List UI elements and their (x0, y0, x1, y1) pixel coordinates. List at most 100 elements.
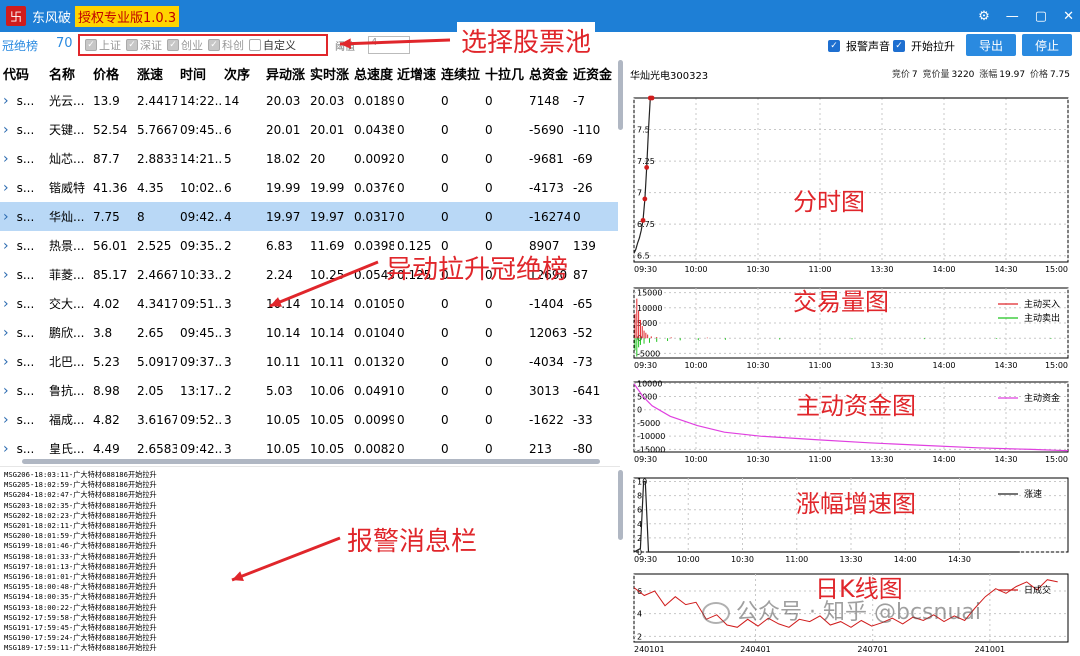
table-cell: 天键... (49, 123, 85, 137)
check-icon[interactable]: ✓ (208, 39, 220, 51)
table-row[interactable]: › s... 福成... 4.82 3.616709:52...3 10.05 10.05 0… (0, 405, 618, 434)
row-expand-icon[interactable]: › (3, 151, 9, 167)
pool-option[interactable]: ✓ 科创 (208, 37, 244, 53)
pool-option[interactable]: 自定义 (249, 37, 296, 53)
message-line: MSG189-17:59:11-广大特材688186开始拉升 (4, 643, 157, 653)
table-cell: -4173 (529, 180, 564, 195)
check-icon[interactable]: ✓ (167, 39, 179, 51)
start-rise-toggle[interactable]: ✓ 开始拉升 (893, 38, 955, 54)
x-tick-label: 10:00 (684, 455, 707, 464)
alarm-sound-toggle[interactable]: ✓ 报警声音 (828, 38, 890, 54)
row-expand-icon[interactable]: › (3, 412, 9, 428)
table-row[interactable]: › s... 皇氏... 4.49 2.658309:42...3 10.05 10.05 0… (0, 434, 618, 462)
table-cell: 7.75 (90, 202, 134, 231)
table-row[interactable]: › s... 天键... 52.54 5.766709:45...6 20.01 20.01… (0, 115, 618, 144)
row-expand-icon[interactable]: › (3, 441, 9, 457)
pool-option[interactable]: ✓ 创业 (167, 37, 203, 53)
table-row[interactable]: › s... 锴威特 41.36 4.35 10:02...6 19.99 19.99 0.03… (0, 173, 618, 202)
check-icon[interactable]: ✓ (126, 39, 138, 51)
table-horizontal-scrollbar[interactable] (22, 459, 600, 464)
stop-button[interactable]: 停止 (1022, 34, 1072, 56)
table-cell: 鹏欣... (49, 326, 85, 340)
table-cell-code: › s... (0, 260, 46, 289)
table-vertical-scrollbar[interactable] (618, 60, 623, 130)
pool-option-label: 深证 (140, 39, 162, 52)
column-header[interactable]: 总速度 (351, 60, 394, 86)
table-cell-text: s... (16, 354, 35, 369)
row-expand-icon[interactable]: › (3, 383, 9, 399)
table-cell: 2 (224, 238, 232, 253)
table-cell: 6 (224, 122, 232, 137)
row-expand-icon[interactable]: › (3, 180, 9, 196)
table-row[interactable]: › s... 鲁抗... 8.98 2.05 13:17...2 5.03 10.06 0.04… (0, 376, 618, 405)
table-cell: 5.23 (93, 354, 120, 369)
table-cell: -16274 (526, 202, 570, 231)
column-header[interactable]: 时间 (177, 60, 221, 86)
row-expand-icon[interactable]: › (3, 354, 9, 370)
table-cell: 华灿... (46, 202, 90, 231)
column-header[interactable]: 近增速 (394, 60, 438, 86)
y-tick-label: 6 (637, 506, 642, 515)
table-cell: 0 (485, 383, 493, 398)
check-icon[interactable]: ✓ (828, 40, 840, 52)
message-line: MSG199-18:01:46-广大特材688186开始拉升 (4, 541, 157, 551)
table-cell: 09:37... (180, 354, 221, 369)
column-header[interactable]: 十拉几 (482, 60, 526, 86)
y-tick-label: 0 (637, 406, 642, 415)
y-tick-label: 10000 (637, 304, 662, 313)
table-cell: 0 (485, 412, 493, 427)
legend-label: 涨速 (1024, 489, 1042, 500)
table-cell: 6.83 (266, 238, 293, 253)
table-row[interactable]: › s... 灿芯... 87.7 2.883314:21...5 18.02 20 0.00… (0, 144, 618, 173)
row-expand-icon[interactable]: › (3, 209, 9, 225)
check-icon[interactable]: ✓ (893, 40, 905, 52)
column-header[interactable]: 涨速 (134, 60, 177, 86)
table-cell-code: › s... (0, 289, 46, 318)
settings-icon[interactable]: ⚙ (978, 9, 990, 24)
column-header[interactable]: 异动涨 (263, 60, 307, 86)
column-header[interactable]: 实时涨 (307, 60, 351, 86)
table-cell: 2 (224, 267, 232, 282)
check-icon[interactable]: ✓ (85, 39, 97, 51)
column-header[interactable]: 价格 (90, 60, 134, 86)
minimize-icon[interactable]: — (1006, 9, 1019, 24)
row-expand-icon[interactable]: › (3, 93, 9, 109)
column-header[interactable]: 总资金 (526, 60, 570, 86)
pool-option[interactable]: ✓ 上证 (85, 37, 121, 53)
column-header[interactable]: 名称 (46, 60, 90, 86)
table-cell: 13.9 (93, 93, 120, 108)
column-header[interactable]: 代码 (0, 60, 46, 86)
column-header[interactable]: 次序 (221, 60, 263, 86)
row-expand-icon[interactable]: › (3, 296, 9, 312)
y-tick-label: -15000 (637, 445, 665, 454)
pool-option[interactable]: ✓ 深证 (126, 37, 162, 53)
table-cell-text: s... (16, 209, 35, 224)
version-badge: 授权专业版1.0.3 (75, 5, 180, 27)
table-cell: -65 (573, 296, 593, 311)
row-expand-icon[interactable]: › (3, 238, 9, 254)
export-button[interactable]: 导出 (966, 34, 1016, 56)
column-header[interactable]: 近资金 (570, 60, 618, 86)
table-row[interactable]: › s... 交大... 4.02 4.341709:51...3 10.14 10.14 0… (0, 289, 618, 318)
message-log-scrollbar[interactable] (618, 470, 623, 540)
maximize-icon[interactable]: ▢ (1035, 9, 1047, 24)
table-row[interactable]: › s... 光云... 13.9 2.441714:22...14 20.03 20.03… (0, 86, 618, 115)
row-expand-icon[interactable]: › (3, 267, 9, 283)
row-expand-icon[interactable]: › (3, 325, 9, 341)
table-cell: 3 (224, 354, 232, 369)
table-cell: -4034 (529, 354, 564, 369)
close-icon[interactable]: ✕ (1063, 9, 1074, 24)
x-tick-label: 14:30 (994, 265, 1017, 274)
table-row[interactable]: › s... 北巴... 5.23 5.091709:37...3 10.11 10.11 0… (0, 347, 618, 376)
checkbox-empty-icon[interactable] (249, 39, 261, 51)
table-cell: -73 (573, 354, 593, 369)
table-cell: 0 (441, 383, 449, 398)
table-cell: -52 (573, 325, 593, 340)
column-header[interactable]: 连续拉 (438, 60, 482, 86)
table-cell: 0.0132 (354, 354, 394, 369)
table-cell: 北巴... (49, 355, 85, 369)
row-expand-icon[interactable]: › (3, 122, 9, 138)
table-row[interactable]: ›s...华灿...7.75809:42...419.9719.970.0317… (0, 202, 618, 231)
threshold-input[interactable]: 4 (368, 36, 410, 54)
table-row[interactable]: › s... 鹏欣... 3.8 2.65 09:45...3 10.14 10.14 0.01… (0, 318, 618, 347)
